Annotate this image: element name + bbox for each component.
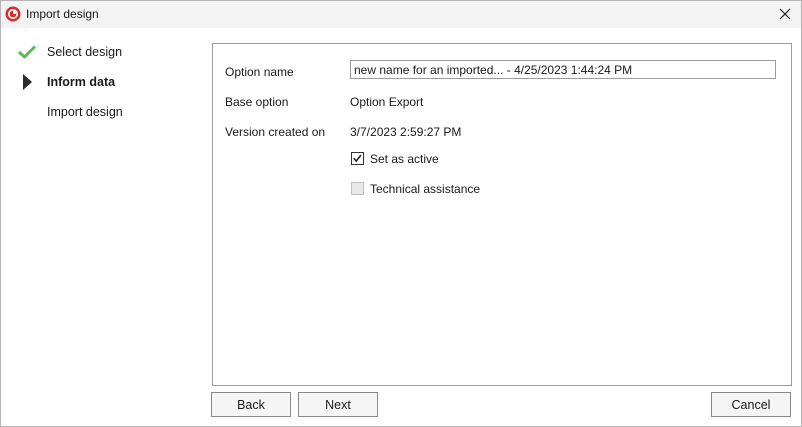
step-label: Select design: [47, 45, 123, 59]
version-created-label: Version created on: [225, 125, 326, 139]
import-design-dialog: Import design Select design Inform data …: [0, 0, 802, 427]
option-name-input[interactable]: [350, 60, 776, 79]
version-created-value: 3/7/2023 2:59:27 PM: [350, 125, 462, 139]
app-logo-icon: [5, 6, 21, 22]
option-name-label: Option name: [225, 65, 294, 79]
base-option-label: Base option: [225, 95, 289, 109]
step-label: Inform data: [47, 75, 116, 89]
back-button[interactable]: Back: [211, 392, 291, 417]
checkmark-icon: [353, 154, 362, 163]
step-import-design: Import design: [1, 101, 201, 123]
technical-assistance-label: Technical assistance: [370, 182, 481, 196]
cancel-button[interactable]: Cancel: [711, 392, 791, 417]
technical-assistance-checkbox: [351, 182, 364, 195]
set-active-label: Set as active: [370, 152, 439, 166]
check-icon: [17, 45, 37, 59]
form-panel: Option name Base option Option Export Ve…: [212, 43, 792, 386]
base-option-value: Option Export: [350, 95, 424, 109]
window-title: Import design: [26, 7, 99, 21]
set-active-checkbox[interactable]: [351, 152, 364, 165]
arrow-right-icon: [23, 74, 32, 90]
close-icon[interactable]: [777, 6, 793, 22]
step-select-design: Select design: [1, 41, 201, 63]
next-button[interactable]: Next: [298, 392, 378, 417]
step-inform-data: Inform data: [1, 71, 201, 93]
title-bar: Import design: [1, 1, 801, 28]
wizard-steps: Select design Inform data Import design: [1, 28, 206, 426]
step-label: Import design: [47, 105, 123, 119]
